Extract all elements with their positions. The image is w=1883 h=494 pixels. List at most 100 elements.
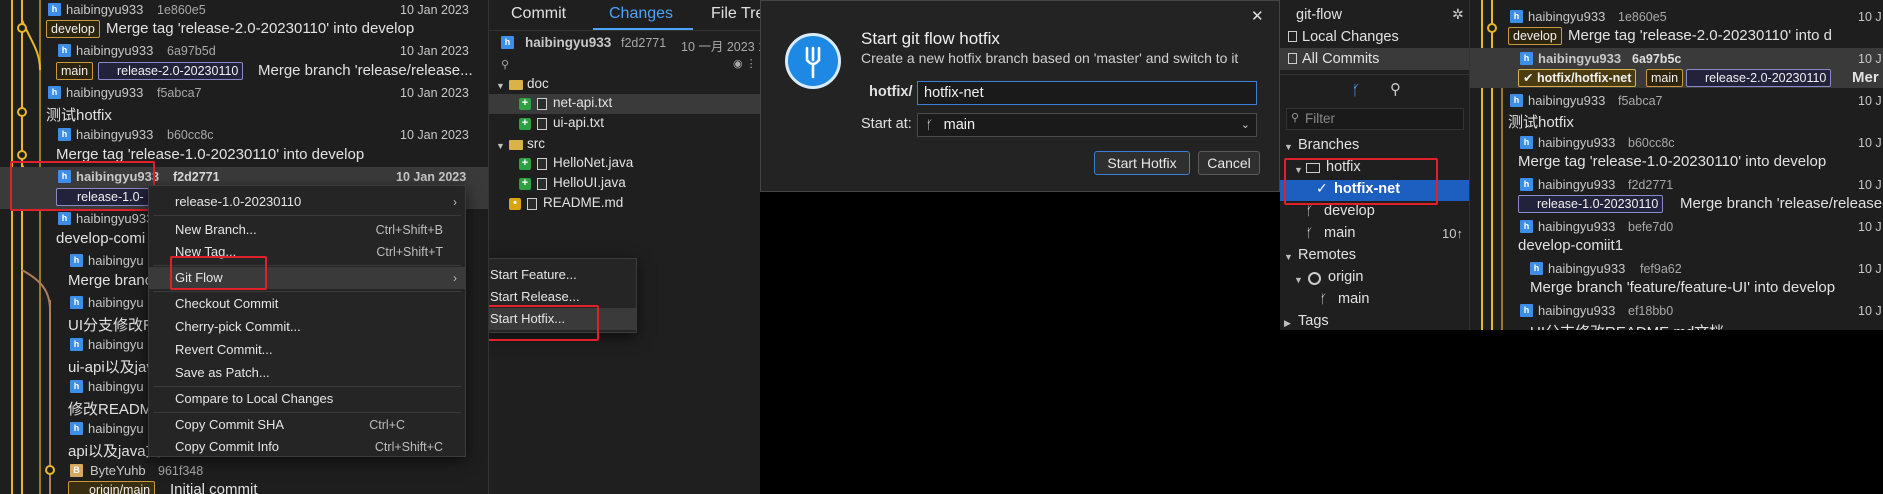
commit-message: Merge tag 'release-2.0-20230110' into d bbox=[1568, 27, 1832, 44]
sidebar-all-commits[interactable]: All Commits bbox=[1302, 51, 1379, 67]
sidebar-branch-develop[interactable]: develop bbox=[1324, 203, 1375, 219]
menu-item-copy-sha[interactable]: Copy Commit SHA Ctrl+C bbox=[149, 414, 465, 436]
avatar: h bbox=[501, 36, 514, 49]
commit-author: haibingyu bbox=[88, 421, 144, 436]
hotfix-dialog: Start git flow hotfix Create a new hotfi… bbox=[760, 0, 1280, 192]
avatar: h bbox=[58, 44, 71, 57]
menu-item-checkout-commit[interactable]: Checkout Commit bbox=[149, 293, 465, 315]
sidebar-remote-main[interactable]: main bbox=[1338, 291, 1369, 307]
commit-sha: b60cc8c bbox=[1628, 136, 1675, 150]
start-at-select[interactable]: ᚶ main ⌄ bbox=[917, 113, 1257, 137]
file-hellonet[interactable]: HelloNet.java bbox=[553, 155, 633, 170]
lower-backdrop bbox=[1280, 330, 1883, 494]
commit-sha: befe7d0 bbox=[1628, 220, 1674, 234]
chevron-down-icon: ⌄ bbox=[1240, 119, 1250, 131]
right-commit-list: h haibingyu933 1e860e5 10 J develop Merg… bbox=[1470, 0, 1883, 330]
file-ui-api[interactable]: ui-api.txt bbox=[553, 115, 604, 130]
commit-sha: ef18bb0 bbox=[1628, 304, 1674, 318]
commit-date: 10 J bbox=[1858, 178, 1882, 192]
avatar: h bbox=[70, 254, 83, 267]
commit-author: haibingyu933 bbox=[1538, 177, 1616, 192]
search-icon[interactable]: ⚲ bbox=[501, 58, 509, 71]
section-tags[interactable]: Tags bbox=[1298, 313, 1329, 329]
start-at-value: main bbox=[943, 117, 976, 133]
menu-item-new-branch[interactable]: New Branch... Ctrl+Shift+B bbox=[149, 219, 465, 241]
tab-file-tree[interactable]: File Tree bbox=[711, 5, 760, 23]
tag-release-2[interactable]: release-2.0-20230110 bbox=[1686, 69, 1832, 87]
commit-sha: f2d2771 bbox=[1628, 178, 1674, 192]
commit-context-menu: release-1.0-20230110 › New Branch... Ctrl+… bbox=[148, 185, 466, 457]
avatar: h bbox=[1510, 10, 1523, 23]
tag-release-2[interactable]: release-2.0-20230110 bbox=[98, 62, 244, 80]
chevron-down-icon[interactable]: ▼ bbox=[496, 141, 505, 151]
commit-author: ByteYuhb bbox=[90, 463, 146, 478]
tag-release-1[interactable]: release-1.0-20230110 bbox=[1518, 195, 1664, 213]
search-icon: ⚲ bbox=[1291, 112, 1300, 124]
commit-author: haibingyu bbox=[88, 337, 144, 352]
app-logo-icon bbox=[785, 33, 841, 89]
section-branches[interactable]: Branches bbox=[1298, 137, 1359, 153]
file-net-api[interactable]: net-api.txt bbox=[553, 95, 612, 110]
commit-sha: f2d2771 bbox=[621, 36, 667, 50]
folder-doc[interactable]: doc bbox=[527, 76, 549, 91]
file-helloui[interactable]: HelloUI.java bbox=[553, 175, 626, 190]
menu-item-copy-info[interactable]: Copy Commit Info Ctrl+Shift+C bbox=[149, 436, 465, 458]
cancel-button[interactable]: Cancel bbox=[1198, 151, 1260, 175]
hotfix-name-input[interactable]: hotfix-net bbox=[917, 81, 1257, 105]
branch-tag-main[interactable]: main bbox=[1646, 69, 1684, 87]
search-icon[interactable]: ⚲ bbox=[1390, 80, 1401, 98]
commit-message: 测试hotfix bbox=[46, 107, 112, 124]
repo-name[interactable]: git-flow bbox=[1296, 7, 1342, 23]
branch-tag-hotfix-net[interactable]: ✔ hotfix/hotfix-net bbox=[1518, 69, 1637, 87]
commit-author: haibingyu bbox=[88, 379, 144, 394]
branch-tag-develop[interactable]: develop bbox=[1508, 27, 1562, 45]
start-hotfix-button[interactable]: Start Hotfix bbox=[1094, 151, 1190, 175]
modified-icon: • bbox=[509, 198, 521, 210]
eye-icon[interactable]: ◉ ⋮ bbox=[733, 57, 757, 70]
sidebar-remote-origin[interactable]: origin bbox=[1328, 269, 1363, 285]
chevron-right-icon[interactable]: ▶ bbox=[1284, 318, 1291, 329]
file-icon bbox=[537, 178, 547, 190]
close-icon[interactable]: ✕ bbox=[1251, 7, 1264, 25]
added-icon: + bbox=[519, 118, 531, 130]
commit-date: 10 J bbox=[1858, 52, 1882, 66]
file-icon bbox=[537, 158, 547, 170]
tab-commit[interactable]: Commit bbox=[511, 5, 566, 23]
sidebar-local-changes[interactable]: Local Changes bbox=[1302, 29, 1399, 45]
commit-sha: f5abca7 bbox=[1618, 94, 1663, 108]
ahead-count: 10↑ bbox=[1442, 226, 1463, 241]
dialog-backdrop bbox=[760, 192, 1280, 494]
menu-item-release-tag[interactable]: release-1.0-20230110 › bbox=[149, 191, 465, 213]
chevron-down-icon[interactable]: ▼ bbox=[1284, 142, 1293, 152]
chevron-down-icon[interactable]: ▼ bbox=[1284, 252, 1293, 262]
branch-view-icon[interactable]: ᚶ bbox=[1352, 82, 1360, 98]
file-readme[interactable]: README.md bbox=[543, 195, 623, 210]
sidebar-branch-main[interactable]: main bbox=[1324, 225, 1355, 241]
commit-message: Merge tag 'release-2.0-20230110' into de… bbox=[106, 20, 415, 37]
remote-tag-origin-main[interactable]: origin/main bbox=[68, 481, 156, 494]
section-remotes[interactable]: Remotes bbox=[1298, 247, 1356, 263]
gear-icon[interactable]: ✲ bbox=[1452, 6, 1464, 23]
menu-item-start-feature[interactable]: Start Feature... bbox=[489, 264, 636, 286]
commit-sha: 961f348 bbox=[158, 464, 204, 478]
commit-sha: f5abca7 bbox=[157, 86, 202, 100]
commit-author: haibingyu933 bbox=[76, 211, 154, 226]
tab-divider bbox=[489, 30, 760, 31]
folder-src[interactable]: src bbox=[527, 136, 545, 151]
filter-input[interactable]: ⚲ Filter bbox=[1286, 108, 1464, 130]
commit-author: haibingyu933 bbox=[76, 127, 154, 142]
menu-item-save-patch[interactable]: Save as Patch... bbox=[149, 362, 465, 384]
branch-tag-develop[interactable]: develop bbox=[46, 20, 100, 38]
commit-message: Merge tag 'release-1.0-20230110' into de… bbox=[1518, 153, 1827, 170]
tab-changes[interactable]: Changes bbox=[609, 5, 673, 23]
menu-item-cherry-pick[interactable]: Cherry-pick Commit... bbox=[149, 316, 465, 338]
menu-item-compare-local[interactable]: Compare to Local Changes bbox=[149, 388, 465, 410]
chevron-down-icon[interactable]: ▼ bbox=[496, 81, 505, 91]
avatar: h bbox=[1520, 220, 1533, 233]
menu-item-revert-commit[interactable]: Revert Commit... bbox=[149, 339, 465, 361]
avatar: h bbox=[1520, 52, 1533, 65]
chevron-down-icon[interactable]: ▼ bbox=[1294, 275, 1303, 285]
avatar: h bbox=[48, 86, 61, 99]
branch-tag-main[interactable]: main bbox=[56, 62, 94, 80]
added-icon: + bbox=[519, 158, 531, 170]
